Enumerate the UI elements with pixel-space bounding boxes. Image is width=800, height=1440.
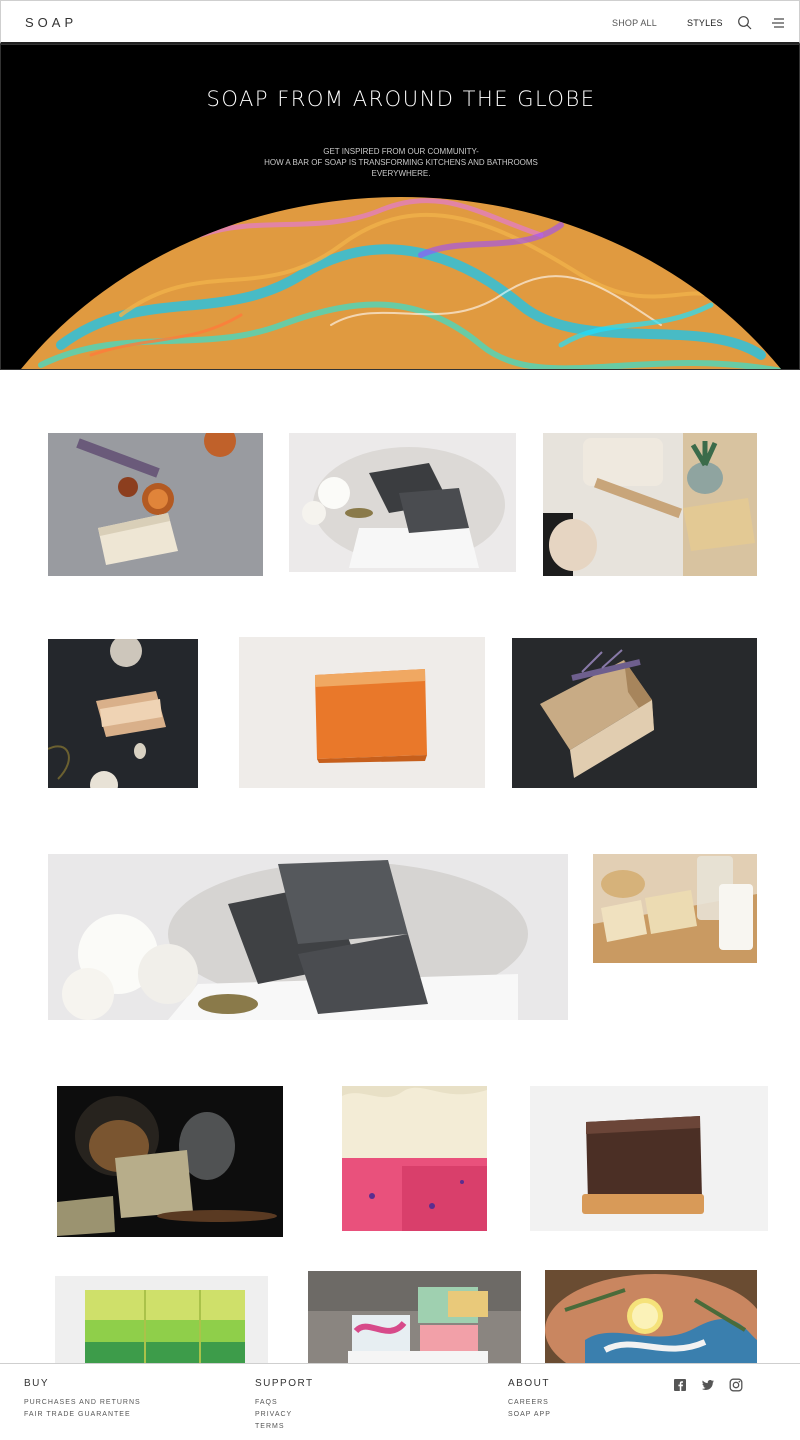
footer-link-careers[interactable]: CAREERS (508, 1397, 551, 1409)
footer-link-privacy[interactable]: PRIVACY (255, 1409, 314, 1421)
hero-subtitle-line: HOW A BAR OF SOAP IS TRANSFORMING KITCHE… (264, 158, 538, 167)
footer-heading-support: SUPPORT (255, 1378, 314, 1389)
gallery-image-bath-set-soap[interactable] (543, 433, 757, 576)
nav-shop-all[interactable]: SHOP ALL (612, 18, 657, 28)
gallery-image-charcoal-soap-closeup[interactable] (48, 854, 568, 1020)
instagram-icon[interactable] (729, 1378, 743, 1392)
soap-bubble-planet-image (21, 197, 784, 369)
gallery-image-charcoal-soap-dish[interactable] (289, 433, 516, 572)
hero-subtitle-line: EVERYWHERE. (371, 169, 431, 178)
gallery-image-lemon-soap-platter[interactable] (545, 1270, 757, 1364)
gallery-image-swirl-soap-stack[interactable] (308, 1271, 521, 1364)
hero-banner: SOAP FROM AROUND THE GLOBE GET INSPIRED … (0, 44, 800, 370)
footer-heading-about: ABOUT (508, 1378, 550, 1389)
gallery-image-coffee-soap-bar[interactable] (530, 1086, 768, 1231)
gallery-image-pink-layer-soap[interactable] (342, 1086, 487, 1231)
gallery-image-soy-milk-soap[interactable] (593, 854, 757, 963)
site-logo[interactable]: SOAP (25, 15, 77, 30)
site-footer: BUY PURCHASES AND RETURNS FAIR TRADE GUA… (0, 1363, 800, 1440)
twitter-icon[interactable] (701, 1378, 715, 1392)
hero-subtitle: GET INSPIRED FROM OUR COMMUNITY- HOW A B… (1, 146, 799, 179)
search-icon[interactable] (737, 15, 753, 31)
footer-heading-buy: BUY (24, 1378, 50, 1389)
footer-about-column: ABOUT CAREERS SOAP APP (508, 1378, 551, 1421)
menu-icon[interactable] (770, 15, 786, 31)
footer-support-column: SUPPORT FAQS PRIVACY TERMS (255, 1378, 314, 1433)
footer-link-terms[interactable]: TERMS (255, 1421, 314, 1433)
top-navigation-bar: SOAP SHOP ALL STYLES (0, 0, 800, 44)
footer-buy-column: BUY PURCHASES AND RETURNS FAIR TRADE GUA… (24, 1378, 141, 1421)
footer-link-purchases-returns[interactable]: PURCHASES AND RETURNS (24, 1397, 141, 1409)
footer-link-fair-trade[interactable]: FAIR TRADE GUARANTEE (24, 1409, 141, 1421)
gallery-image-wrapped-soaps-dark[interactable] (48, 639, 198, 788)
facebook-icon[interactable] (673, 1378, 687, 1392)
nav-styles[interactable]: STYLES (687, 18, 723, 28)
gallery-image-lavender-citrus-soap[interactable] (48, 433, 263, 576)
gallery-image-green-layer-soap[interactable] (55, 1276, 268, 1364)
gallery-image-herbal-soap-jar[interactable] (57, 1086, 283, 1237)
gallery-image-orange-soap-bar[interactable] (239, 637, 485, 788)
footer-link-faqs[interactable]: FAQS (255, 1397, 314, 1409)
gallery-image-lavender-oat-soap[interactable] (512, 638, 757, 788)
footer-link-soap-app[interactable]: SOAP APP (508, 1409, 551, 1421)
hero-subtitle-line: GET INSPIRED FROM OUR COMMUNITY- (323, 147, 479, 156)
hero-title: SOAP FROM AROUND THE GLOBE (206, 87, 596, 111)
